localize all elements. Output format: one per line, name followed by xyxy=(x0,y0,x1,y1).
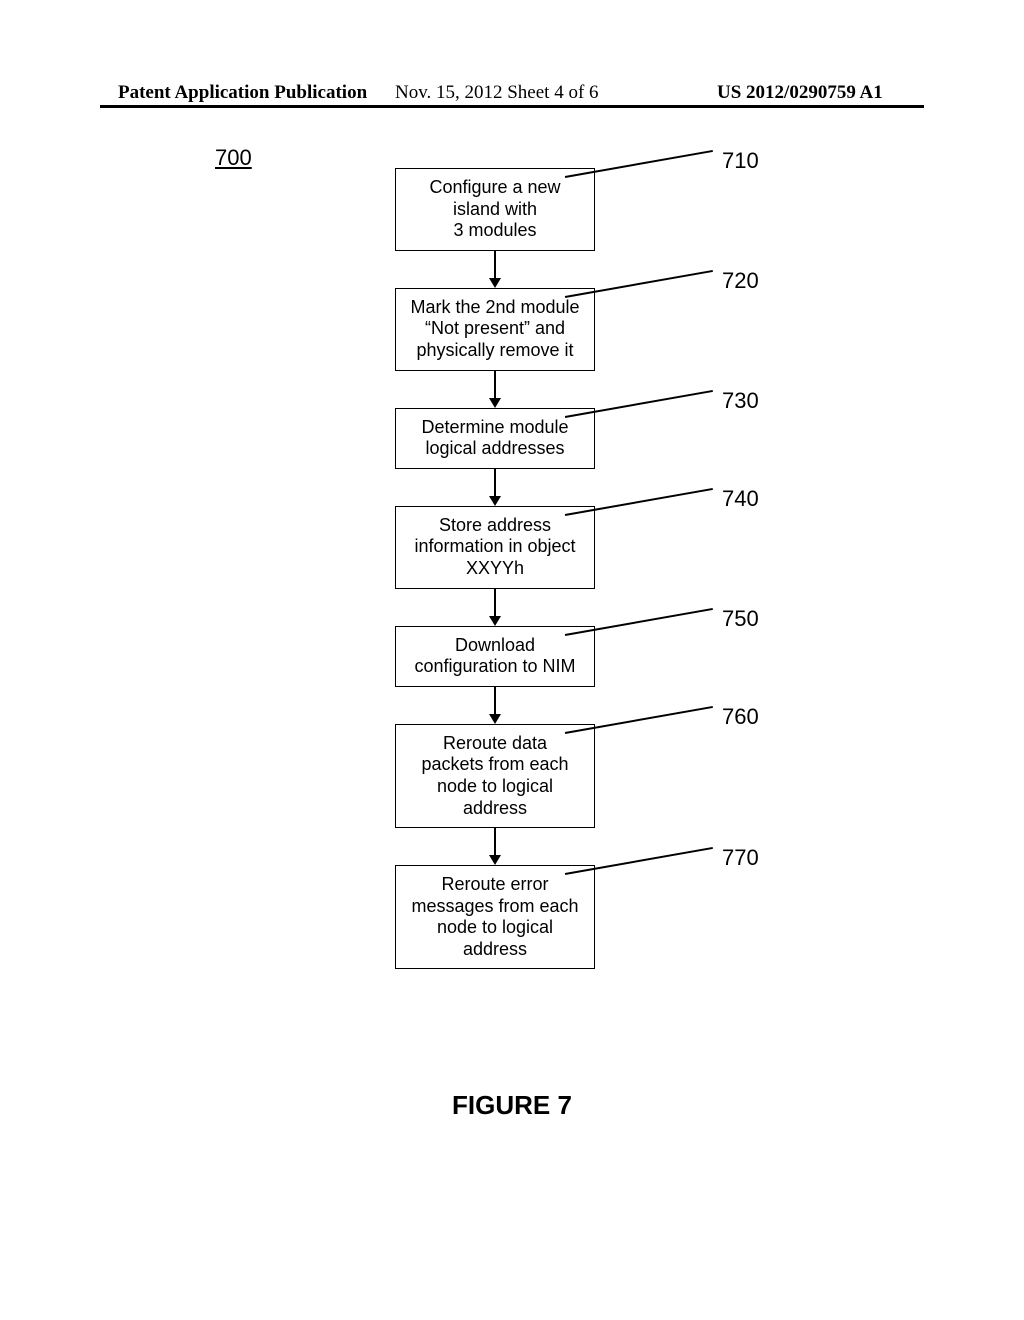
patent-page: Patent Application Publication Nov. 15, … xyxy=(0,0,1024,1320)
ref-num-740: 740 xyxy=(722,486,759,512)
figure-caption: FIGURE 7 xyxy=(0,1090,1024,1121)
header-rule xyxy=(100,105,924,108)
figure-reference-number: 700 xyxy=(215,145,252,171)
flow-box-720: Mark the 2nd module “Not present” and ph… xyxy=(395,288,595,371)
arrow-head-icon xyxy=(489,714,501,724)
flow-box-760: Reroute data packets from each node to l… xyxy=(395,724,595,828)
arrow-head-icon xyxy=(489,616,501,626)
flow-box-710: Configure a new island with 3 modules xyxy=(395,168,595,251)
header-pub-number: US 2012/0290759 A1 xyxy=(717,82,883,104)
ref-num-750: 750 xyxy=(722,606,759,632)
ref-line xyxy=(565,607,713,635)
arrow-head-icon xyxy=(489,398,501,408)
arrow xyxy=(494,589,496,617)
arrow-head-icon xyxy=(489,496,501,506)
ref-num-710: 710 xyxy=(722,148,759,174)
arrow-head-icon xyxy=(489,855,501,865)
arrow xyxy=(494,371,496,399)
ref-num-760: 760 xyxy=(722,704,759,730)
ref-line xyxy=(565,390,713,418)
flowchart: Configure a new island with 3 modules 71… xyxy=(370,168,620,969)
flow-box-740: Store address information in object XXYY… xyxy=(395,506,595,589)
ref-num-730: 730 xyxy=(722,388,759,414)
arrow xyxy=(494,251,496,279)
header-date-sheet: Nov. 15, 2012 Sheet 4 of 6 xyxy=(395,82,599,104)
header-publication: Patent Application Publication xyxy=(118,82,367,104)
ref-num-720: 720 xyxy=(722,268,759,294)
arrow-head-icon xyxy=(489,278,501,288)
arrow xyxy=(494,828,496,856)
ref-line xyxy=(565,270,713,298)
ref-line xyxy=(565,150,713,178)
ref-line xyxy=(565,488,713,516)
arrow xyxy=(494,687,496,715)
flow-box-770: Reroute error messages from each node to… xyxy=(395,865,595,969)
ref-num-770: 770 xyxy=(722,845,759,871)
ref-line xyxy=(565,706,713,734)
arrow xyxy=(494,469,496,497)
ref-line xyxy=(565,847,713,875)
